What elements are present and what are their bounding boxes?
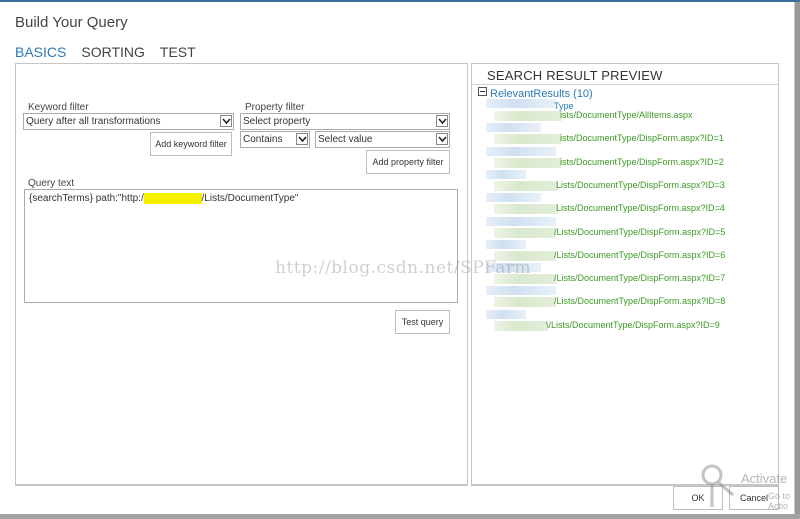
preview-title: SEARCH RESULT PREVIEW [487,68,663,83]
result-link[interactable]: Lists/DocumentType/DispForm.aspx?ID=4 [556,203,725,213]
redacted-result-title [486,123,541,133]
property-select[interactable]: Select property [240,113,450,130]
build-query-dialog: Build Your Query BASICS SORTING TEST Key… [0,2,795,514]
result-link[interactable]: /Lists/DocumentType/DispForm.aspx?ID=6 [554,250,725,260]
query-text-input[interactable]: {searchTerms} path:"http://xxxxxxxxxxx/L… [24,189,458,303]
chevron-down-icon[interactable] [436,115,448,127]
tab-basics[interactable]: BASICS [15,44,66,60]
value-select[interactable]: Select value [315,131,450,148]
redacted-result-title [486,216,556,226]
dialog-shadow [0,514,800,519]
activate-windows-text: Activate [741,471,788,486]
redacted-result-url [494,227,556,238]
chevron-down-icon[interactable] [436,133,448,145]
redacted-result-title [486,193,541,203]
dialog-title: Build Your Query [15,14,128,31]
query-text-label: Query text [28,178,75,189]
redacted-host: /xxxxxxxxxxx [143,193,202,204]
test-query-button[interactable]: Test query [395,310,450,334]
result-link[interactable]: /Lists/DocumentType/DispForm.aspx?ID=8 [554,296,725,306]
chevron-down-icon[interactable] [220,115,232,127]
redacted-title [486,99,556,108]
redacted-result-title [486,146,556,156]
result-link[interactable]: /Lists/DocumentType/DispForm.aspx?ID=5 [554,227,725,237]
redacted-result-url [494,274,556,285]
result-link[interactable]: \/Lists/DocumentType/DispForm.aspx?ID=9 [546,320,720,330]
keyword-filter-select[interactable]: Query after all transformations [23,113,234,130]
query-text-suffix: /Lists/DocumentType" [201,193,299,204]
redacted-result-url [494,157,562,168]
redacted-result-url [494,297,556,308]
tab-bar: BASICS SORTING TEST [15,44,196,60]
divider [472,84,778,85]
result-link[interactable]: ists/DocumentType/DispForm.aspx?ID=2 [560,157,724,167]
result-link[interactable]: /Lists/DocumentType/DispForm.aspx?ID=7 [554,273,725,283]
add-keyword-filter-button[interactable]: Add keyword filter [150,132,232,156]
operator-select-value: Contains [243,134,283,145]
property-filter-label: Property filter [245,102,305,113]
add-property-filter-button[interactable]: Add property filter [366,150,450,174]
redacted-result-title [486,263,541,273]
chevron-down-icon[interactable] [296,133,308,145]
search-result-preview-pane: SEARCH RESULT PREVIEW RelevantResults (1… [471,63,779,486]
redacted-result-url [494,111,562,121]
redacted-result-url [494,180,558,191]
redacted-result-url [494,250,556,261]
keyword-filter-value: Query after all transformations [26,116,161,127]
property-select-value: Select property [243,116,311,127]
activate-windows-subtext: Go to Actio [768,491,791,511]
operator-select[interactable]: Contains [240,131,310,148]
key-icon [701,464,734,507]
value-select-value: Select value [318,134,373,145]
redacted-result-title [486,169,526,179]
basics-pane: Keyword filter Query after all transform… [15,63,468,486]
redacted-result-url [494,320,548,331]
keyword-filter-label: Keyword filter [28,102,89,113]
redacted-result-title [486,239,526,249]
result-link[interactable]: Lists/DocumentType/DispForm.aspx?ID=3 [556,180,725,190]
result-link[interactable]: ists/DocumentType/AllItems.aspx [560,110,693,120]
redacted-result-title [486,286,556,296]
result-link[interactable]: ists/DocumentType/DispForm.aspx?ID=1 [560,133,724,143]
redacted-result-url [494,204,558,215]
query-text-prefix: {searchTerms} path:"http:/ [29,193,144,204]
redacted-result-url [494,134,562,145]
redacted-result-title [486,309,526,319]
tab-test[interactable]: TEST [160,44,196,60]
tab-sorting[interactable]: SORTING [81,44,145,60]
collapse-icon[interactable] [478,87,487,96]
